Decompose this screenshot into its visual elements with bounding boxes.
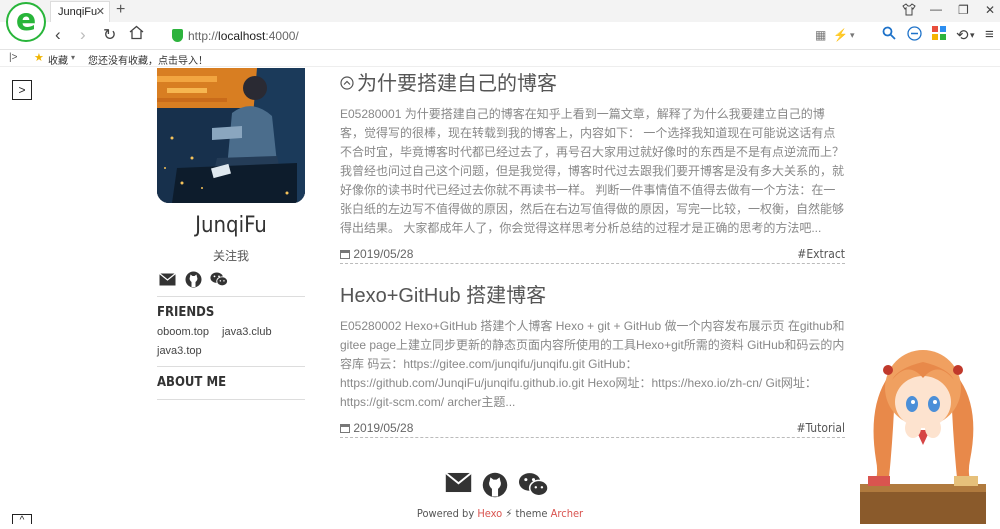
minimize-button[interactable]: —: [930, 2, 942, 16]
zoom-out-icon[interactable]: [907, 26, 922, 45]
post-tag[interactable]: #Extract: [797, 247, 845, 261]
browser-nav-bar: ‹ › ↻ http://localhost:4000/ ▦ ⚡ ▾ ⟲ ▾ ≡: [0, 22, 1000, 50]
friends-links: oboom.top java3.club: [157, 326, 282, 338]
secure-shield-icon: [172, 29, 183, 42]
sidebar-divider: [157, 296, 305, 297]
home-icon[interactable]: [129, 25, 144, 45]
lightning-icon[interactable]: ⚡: [833, 28, 848, 42]
browser-tab-bar: JunqiFu ✕ + — ❐ ✕: [0, 0, 1000, 22]
wechat-icon[interactable]: [210, 270, 228, 288]
address-bar[interactable]: http://localhost:4000/: [160, 25, 865, 47]
favorites-bar: |> ★ 收藏 ▾ 您还没有收藏，点击导入！: [0, 50, 1000, 67]
post-excerpt: E05280001 为什要搭建自己的博客在知乎上看到一篇文章，解释了为什么我要建…: [340, 107, 845, 236]
archer-link[interactable]: Archer: [551, 507, 583, 520]
post-date: 2019/05/28: [340, 247, 413, 262]
sidebar-toggle-icon[interactable]: |>: [9, 52, 17, 63]
email-icon[interactable]: [158, 270, 176, 288]
follow-me-label: 关注我: [212, 249, 249, 263]
pin-icon: [340, 73, 354, 96]
shirt-skin-icon[interactable]: [902, 3, 916, 19]
sidebar-divider: [157, 366, 305, 367]
calendar-icon: [340, 248, 350, 262]
hexo-link[interactable]: Hexo: [477, 507, 502, 520]
author-name: JunqiFu: [195, 213, 267, 238]
post-date: 2019/05/28: [340, 421, 413, 436]
chevron-down-icon[interactable]: ▾: [850, 30, 855, 41]
close-tab-icon[interactable]: ✕: [96, 5, 105, 18]
post-date-text: 2019/05/28: [353, 421, 414, 435]
back-icon[interactable]: ‹: [55, 25, 61, 45]
window-close-button[interactable]: ✕: [985, 3, 995, 17]
post-title[interactable]: 为什要搭建自己的博客: [340, 67, 845, 96]
apps-grid-icon[interactable]: [932, 26, 946, 44]
post-title-text[interactable]: 为什要搭建自己的博客: [357, 73, 557, 95]
post-tag[interactable]: #Tutorial: [796, 421, 845, 435]
favorites-import-link[interactable]: 您还没有收藏，点击导入！: [88, 52, 208, 67]
favorites-chevron-icon[interactable]: ▾: [71, 53, 75, 62]
browser-tab[interactable]: JunqiFu ✕: [50, 1, 110, 22]
friend-link[interactable]: oboom.top: [157, 326, 209, 338]
search-icon[interactable]: [882, 26, 896, 44]
footer-social-links: [445, 472, 549, 503]
github-icon[interactable]: [184, 270, 202, 288]
tab-title: JunqiFu: [58, 6, 98, 18]
refresh-icon[interactable]: ↻: [103, 25, 116, 45]
friends-heading: FRIENDS: [157, 305, 215, 320]
sidebar-social-links: [158, 270, 228, 288]
sidebar-divider: [157, 399, 305, 400]
browser-logo-icon[interactable]: e: [6, 2, 46, 42]
email-icon[interactable]: [445, 472, 472, 503]
post-title[interactable]: Hexo+GitHub 搭建博客: [340, 279, 845, 308]
wechat-icon[interactable]: [518, 472, 549, 503]
avatar: [157, 68, 305, 203]
sidebar-toggle-button[interactable]: >: [12, 80, 32, 100]
site-footer: Powered by Hexo ⚡ theme Archer: [0, 507, 1000, 520]
calendar-icon: [340, 422, 350, 436]
star-icon: ★: [34, 52, 44, 64]
friends-links-row2: java3.top: [157, 345, 212, 357]
live2d-mascot[interactable]: [858, 340, 988, 524]
url-host: localhost: [218, 29, 266, 43]
bolt-icon: ⚡: [505, 507, 513, 520]
post-item: 为什要搭建自己的博客 E05280001 为什要搭建自己的博客在知乎上看到一篇文…: [340, 67, 845, 265]
post-date-text: 2019/05/28: [353, 247, 414, 262]
post-item: Hexo+GitHub 搭建博客 E05280002 Hexo+GitHub 搭…: [340, 279, 845, 439]
post-divider: [340, 437, 845, 438]
post-excerpt: E05280002 Hexo+GitHub 搭建个人博客 Hexo + git …: [340, 319, 845, 409]
qr-code-icon[interactable]: ▦: [815, 28, 826, 42]
new-tab-button[interactable]: +: [116, 1, 125, 19]
friend-link[interactable]: java3.top: [157, 345, 202, 357]
undo-dropdown-icon[interactable]: ▾: [970, 30, 975, 41]
forward-icon[interactable]: ›: [80, 25, 86, 45]
theme-label: theme: [515, 507, 548, 520]
favorites-button[interactable]: 收藏: [48, 52, 68, 67]
maximize-button[interactable]: ❐: [958, 3, 969, 17]
friend-link[interactable]: java3.club: [222, 326, 272, 338]
menu-icon[interactable]: ≡: [985, 26, 994, 43]
about-me-heading[interactable]: ABOUT ME: [157, 375, 226, 390]
url-path: :4000/: [265, 29, 299, 43]
undo-icon[interactable]: ⟲: [956, 26, 969, 44]
post-divider: [340, 263, 845, 264]
url-prefix: http://: [188, 29, 219, 43]
powered-by-label: Powered by: [416, 507, 475, 520]
github-icon[interactable]: [482, 472, 508, 503]
